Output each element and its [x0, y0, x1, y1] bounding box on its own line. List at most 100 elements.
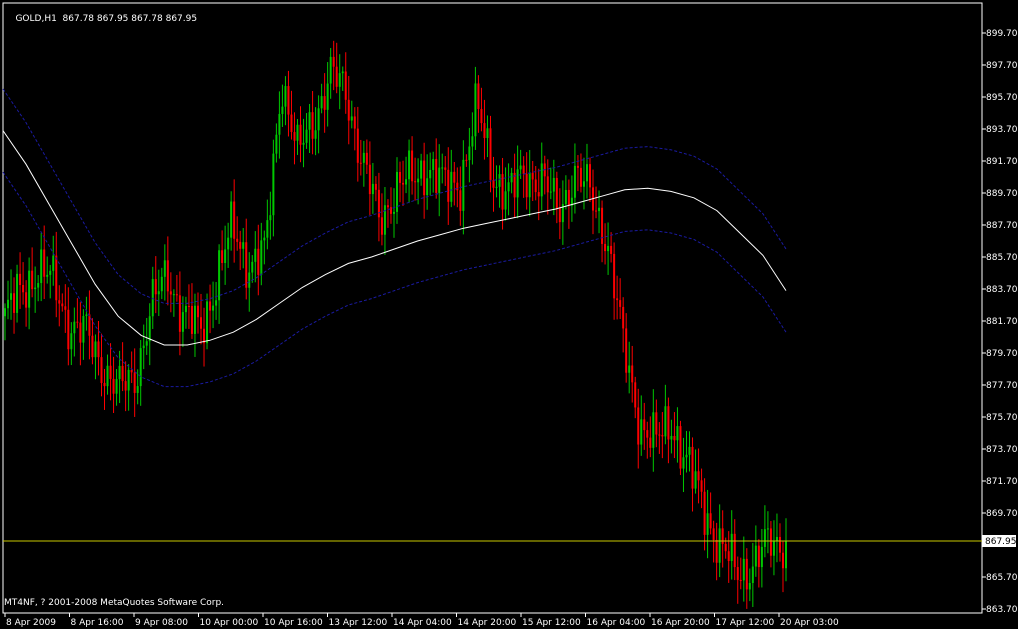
candle-body [218, 250, 221, 301]
candle-body [712, 528, 715, 540]
candle-body [492, 179, 495, 188]
candle-body [498, 174, 501, 187]
candle-body [408, 150, 411, 180]
candle-body [513, 172, 516, 198]
candle-body [462, 159, 465, 211]
candle-body [459, 190, 462, 211]
candle-body [4, 308, 6, 317]
candle-body [326, 83, 329, 110]
candle-body [151, 279, 154, 317]
candle-body [582, 181, 585, 187]
candle-body [55, 255, 58, 301]
candle-body [673, 435, 676, 441]
candle-body [402, 182, 405, 185]
candle-body [516, 169, 519, 198]
candle-body [37, 283, 40, 288]
candle-body [613, 253, 616, 299]
candle-body [16, 273, 19, 313]
candle-body [417, 178, 420, 183]
candle-body [284, 86, 287, 107]
candle-body [447, 169, 450, 202]
candle-body [718, 528, 721, 563]
candle-body [43, 249, 46, 277]
candle-body [739, 579, 742, 581]
x-tick-label: 14 Apr 20:00 [458, 618, 517, 628]
candle-body [522, 165, 525, 174]
x-tick-label: 20 Apr 03:00 [780, 618, 839, 628]
x-tick-label: 8 Apr 16:00 [71, 618, 124, 628]
y-tick-label: 863.70 [986, 605, 1018, 615]
candle-body [142, 345, 145, 349]
candle-body [558, 208, 561, 223]
candle-body [745, 558, 748, 590]
y-tick-label: 869.70 [986, 509, 1018, 519]
candle-body [676, 426, 679, 441]
candle-body [314, 130, 317, 139]
candle-body [311, 112, 314, 139]
symbol-label: GOLD,H1 [15, 14, 57, 24]
candle-body [196, 305, 199, 318]
candle-body [429, 169, 432, 179]
candle-body [193, 305, 196, 334]
candle-body [190, 306, 193, 334]
candle-body [643, 419, 646, 431]
candle-body [79, 322, 82, 343]
candle-body [631, 365, 634, 383]
candle-body [380, 217, 383, 235]
candle-body [450, 171, 453, 202]
candle-body [212, 305, 215, 311]
candle-body [61, 303, 64, 307]
x-tick-label: 8 Apr 2009 [6, 618, 56, 628]
candle-body [757, 545, 760, 568]
candle-body [688, 446, 691, 455]
candle-body [157, 291, 160, 295]
candle-body [287, 86, 290, 115]
candle-body [332, 56, 335, 67]
candle-body [224, 249, 227, 263]
candle-body [646, 430, 649, 438]
candle-body [426, 178, 429, 196]
candle-body [136, 386, 139, 393]
candle-body [585, 164, 588, 182]
candle-body [251, 261, 254, 273]
candle-body [233, 201, 236, 239]
candle-body [112, 378, 115, 394]
candle-body [775, 536, 778, 542]
candle-body [661, 435, 664, 437]
candle-body [178, 295, 181, 332]
candle-body [579, 167, 582, 187]
y-tick-label: 893.70 [986, 125, 1018, 135]
price-chart[interactable]: 899.70 897.70 895.70 893.70 891.70 889.70 887.… [0, 0, 1018, 629]
candle-body [694, 471, 697, 489]
candle-body [706, 513, 709, 535]
candle-body [49, 270, 52, 275]
candle-body [625, 328, 628, 373]
symbol-header: GOLD,H1 867.78 867.95 867.78 867.95 [4, 4, 197, 34]
candle-body [537, 192, 540, 197]
moving-average-line [2, 130, 787, 346]
candle-body [501, 174, 504, 210]
x-tick-label: 10 Apr 00:00 [200, 618, 259, 628]
candle-body [97, 341, 100, 358]
candle-body [519, 165, 522, 170]
candle-body [610, 245, 613, 254]
candle-body [341, 71, 344, 74]
candle-body [411, 150, 414, 182]
chart-window[interactable]: 899.70 897.70 895.70 893.70 891.70 889.70 887.… [0, 0, 1018, 629]
candle-body [778, 536, 781, 553]
candle-body [727, 551, 730, 561]
candle-body [263, 237, 266, 241]
candle-body [70, 333, 73, 350]
ohlc-values: 867.78 867.95 867.78 867.95 [62, 14, 198, 24]
candle-body [22, 285, 25, 293]
y-tick-label: 871.70 [986, 477, 1018, 487]
candle-body [386, 205, 389, 208]
candle-body [399, 171, 402, 183]
candle-body [742, 558, 745, 581]
y-tick-label: 899.70 [986, 29, 1018, 39]
x-tick-label: 14 Apr 04:00 [393, 618, 452, 628]
candle-body [272, 153, 275, 216]
candle-body [227, 237, 230, 250]
x-tick-label: 16 Apr 20:00 [651, 618, 710, 628]
candle-body [329, 56, 332, 84]
